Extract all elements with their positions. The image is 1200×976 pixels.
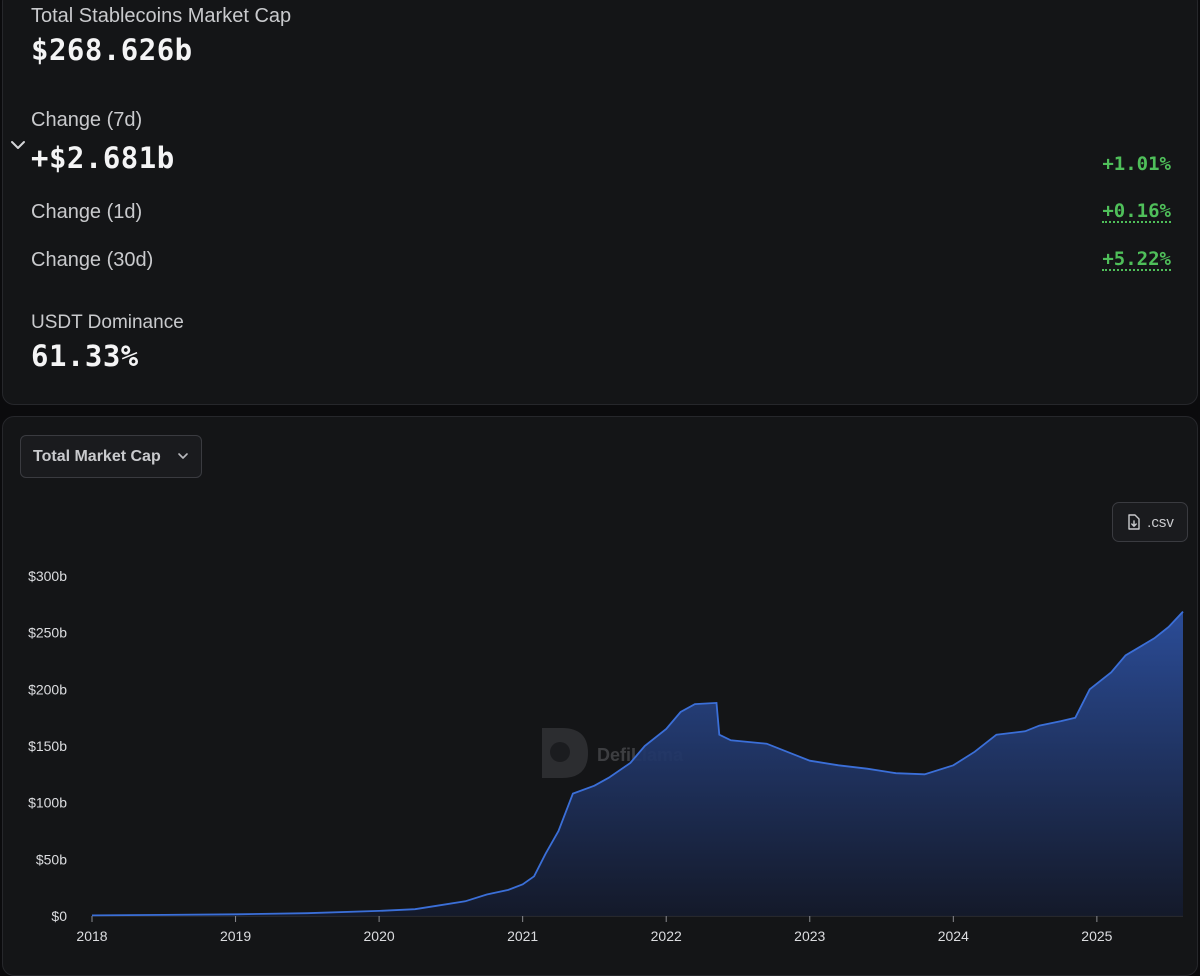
x-tick-label: 2025 — [1081, 928, 1112, 944]
x-tick-label: 2021 — [507, 928, 538, 944]
y-tick-label: $200b — [28, 681, 67, 697]
x-tick-label: 2020 — [364, 928, 395, 944]
x-tick-label: 2019 — [220, 928, 251, 944]
x-axis: 2018 2019 2020 2021 2022 2023 2024 2025 — [76, 915, 1183, 944]
x-tick-label: 2018 — [76, 928, 107, 944]
y-tick-label: $250b — [28, 625, 67, 641]
x-tick-label: 2022 — [651, 928, 682, 944]
market-cap-chart: DefiLlama $0$50b$100b$150b$200b$250b$300… — [28, 568, 1184, 944]
plot-area — [91, 610, 1184, 917]
y-axis: $0 $50b $100b $150b $200b $250b $300b — [28, 568, 67, 924]
x-tick-label: 2023 — [794, 928, 825, 944]
y-tick-label: $0 — [51, 908, 67, 924]
y-tick-label: $50b — [36, 851, 67, 867]
y-tick-label: $150b — [28, 738, 67, 754]
y-tick-label: $300b — [28, 568, 67, 584]
x-tick-label: 2024 — [938, 928, 969, 944]
market-cap-area — [92, 611, 1183, 916]
y-tick-label: $100b — [28, 795, 67, 811]
